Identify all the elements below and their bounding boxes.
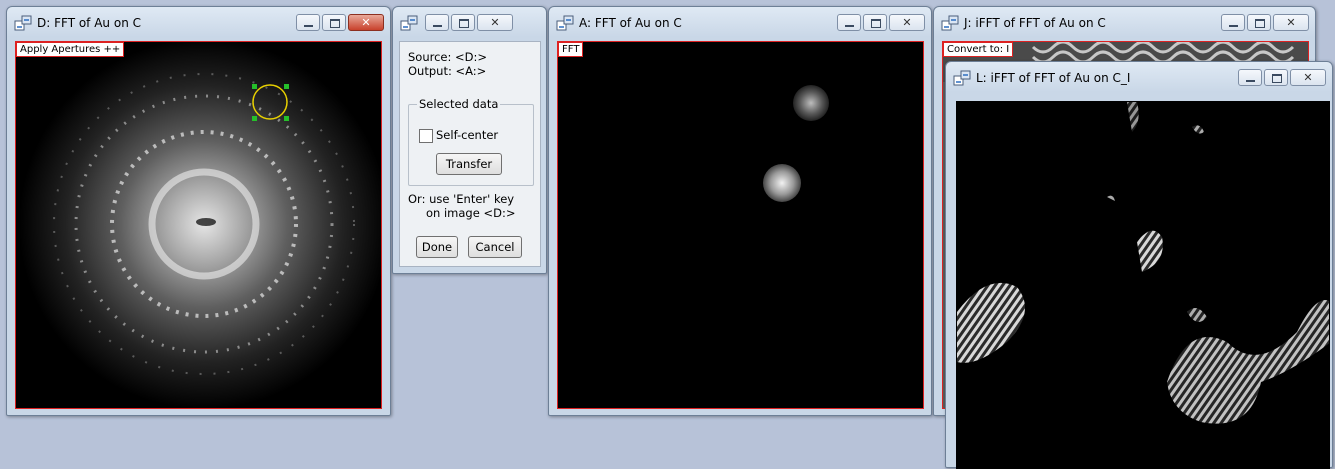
title-bar[interactable]: D: FFT of Au on C ✕ — [7, 7, 390, 41]
ifft-lattice-fringes — [957, 102, 1329, 468]
minimize-icon — [304, 25, 313, 27]
minimize-icon — [845, 25, 854, 27]
fft-image-d[interactable]: Apply Apertures ++ — [15, 41, 382, 409]
output-label: Output: <A:> — [408, 64, 487, 78]
window-title: L: iFFT of FFT of Au on C_I — [976, 71, 1131, 85]
minimize-icon — [433, 25, 442, 27]
close-icon: ✕ — [1286, 16, 1296, 29]
maximize-icon — [330, 19, 340, 28]
fft-image-a[interactable]: FFT — [557, 41, 924, 409]
selected-data-group: Selected data Self-center Transfer — [408, 97, 534, 186]
close-icon: ✕ — [361, 16, 371, 29]
self-center-label: Self-center — [436, 128, 499, 142]
minimize-button[interactable] — [296, 14, 320, 31]
app-icon — [556, 15, 574, 31]
maximize-button[interactable] — [451, 14, 475, 31]
maximize-button[interactable] — [863, 14, 887, 31]
maximize-button[interactable] — [1247, 14, 1271, 31]
hint-text-2: on image <D:> — [426, 206, 516, 220]
close-button[interactable]: ✕ — [1290, 69, 1326, 86]
close-button[interactable]: ✕ — [1273, 14, 1309, 31]
source-label: Source: <D:> — [408, 50, 488, 64]
app-icon — [941, 15, 959, 31]
minimize-icon — [1246, 80, 1255, 82]
hint-text-1: Or: use 'Enter' key — [408, 192, 515, 206]
transfer-button[interactable]: Transfer — [436, 153, 502, 175]
minimize-button[interactable] — [425, 14, 449, 31]
minimize-icon — [1229, 25, 1238, 27]
overlay-label: Convert to: I — [943, 42, 1014, 57]
maximize-icon — [1272, 74, 1282, 83]
self-center-checkbox[interactable] — [419, 129, 433, 143]
window-l-ifft[interactable]: L: iFFT of FFT of Au on C_I ✕ — [945, 61, 1333, 469]
fft-diffraction-pattern — [16, 42, 381, 408]
close-button[interactable]: ✕ — [348, 14, 384, 31]
cancel-button[interactable]: Cancel — [468, 236, 522, 258]
done-button[interactable]: Done — [416, 236, 458, 258]
title-bar[interactable]: A: FFT of Au on C ✕ — [549, 7, 931, 41]
maximize-icon — [459, 19, 469, 28]
app-icon — [14, 15, 32, 31]
title-bar[interactable]: L: iFFT of FFT of Au on C_I ✕ — [946, 62, 1332, 96]
window-a-fft[interactable]: A: FFT of Au on C ✕ FFT — [548, 6, 932, 416]
close-button[interactable]: ✕ — [477, 14, 513, 31]
window-title: A: FFT of Au on C — [579, 16, 682, 30]
window-d-fft[interactable]: D: FFT of Au on C ✕ Apply Apertures ++ — [6, 6, 391, 416]
maximize-icon — [1255, 19, 1265, 28]
close-icon: ✕ — [902, 16, 912, 29]
window-apertures-tool[interactable]: ✕ Source: <D:> Output: <A:> Selected dat… — [392, 6, 547, 274]
app-icon — [953, 70, 971, 86]
overlay-label: FFT — [558, 42, 584, 57]
maximize-icon — [871, 19, 881, 28]
title-bar[interactable]: J: iFFT of FFT of Au on C ✕ — [934, 7, 1315, 41]
close-button[interactable]: ✕ — [889, 14, 925, 31]
title-bar[interactable]: ✕ — [393, 7, 546, 41]
window-title: D: FFT of Au on C — [37, 16, 141, 30]
minimize-button[interactable] — [837, 14, 861, 31]
group-title: Selected data — [417, 97, 501, 111]
filtered-fft-spots — [558, 42, 923, 408]
ifft-image-l[interactable] — [956, 101, 1330, 469]
aperture-panel: Source: <D:> Output: <A:> Selected data … — [399, 41, 541, 267]
minimize-button[interactable] — [1238, 69, 1262, 86]
app-icon — [400, 15, 418, 31]
minimize-button[interactable] — [1221, 14, 1245, 31]
maximize-button[interactable] — [322, 14, 346, 31]
maximize-button[interactable] — [1264, 69, 1288, 86]
overlay-label: Apply Apertures ++ — [16, 42, 125, 57]
close-icon: ✕ — [1303, 71, 1313, 84]
close-icon: ✕ — [490, 16, 500, 29]
window-title: J: iFFT of FFT of Au on C — [964, 16, 1106, 30]
